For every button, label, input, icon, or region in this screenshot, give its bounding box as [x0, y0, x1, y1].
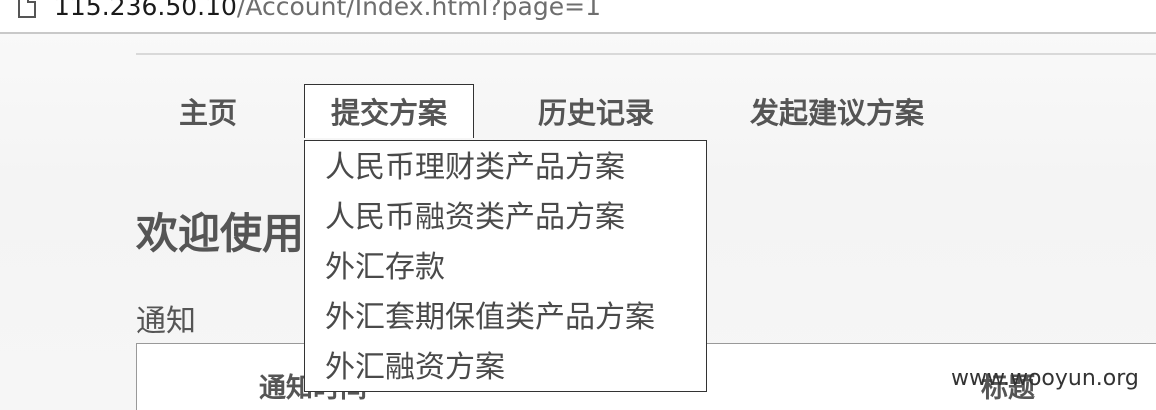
- url-path: /Account/Index.html?page=1: [236, 0, 601, 21]
- menu-item-fx-hedging[interactable]: 外汇套期保值类产品方案: [325, 293, 655, 343]
- url-text[interactable]: 115.236.50.10/Account/Index.html?page=1: [54, 0, 601, 21]
- page-title: 欢迎使用: [136, 209, 305, 258]
- menu-item-rmb-wealth[interactable]: 人民币理财类产品方案: [325, 143, 625, 193]
- page-icon: [18, 0, 36, 18]
- menu-item-fx-deposit[interactable]: 外汇存款: [325, 243, 445, 293]
- menu-item-fx-financing[interactable]: 外汇融资方案: [325, 343, 505, 393]
- address-bar[interactable]: 115.236.50.10/Account/Index.html?page=1: [0, 0, 1156, 34]
- page: 115.236.50.10/Account/Index.html?page=1 …: [0, 0, 1156, 410]
- nav-history[interactable]: 历史记录: [538, 90, 654, 136]
- notice-label: 通知: [136, 304, 196, 339]
- menu-item-rmb-financing[interactable]: 人民币融资类产品方案: [325, 193, 625, 243]
- nav-home[interactable]: 主页: [179, 90, 237, 136]
- nav-submit-plan[interactable]: 提交方案: [304, 84, 474, 138]
- watermark: www.wooyun.org: [951, 366, 1139, 391]
- header-divider: [136, 53, 1156, 55]
- url-host: 115.236.50.10: [54, 0, 237, 21]
- submit-plan-dropdown: 人民币理财类产品方案 人民币融资类产品方案 外汇存款 外汇套期保值类产品方案 外…: [304, 140, 707, 392]
- nav-propose-plan[interactable]: 发起建议方案: [750, 90, 924, 136]
